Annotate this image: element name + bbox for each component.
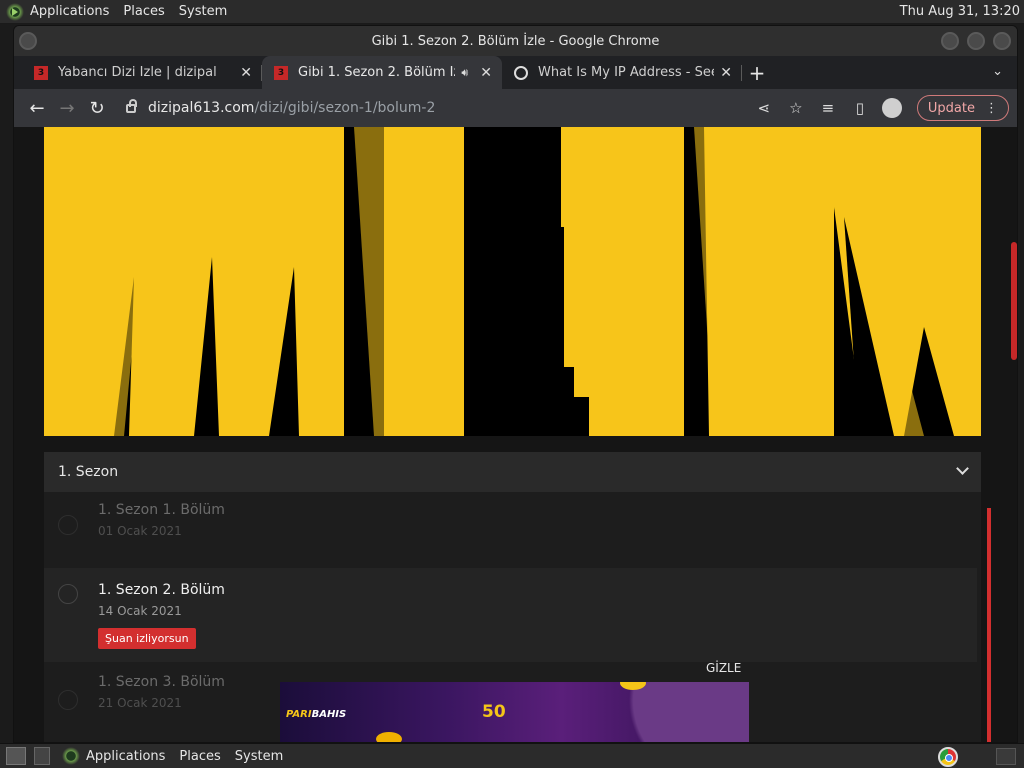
url-path: /dizi/gibi/sezon-1/bolum-2	[254, 100, 436, 116]
episode-title: 1. Sezon 1. Bölüm	[98, 502, 225, 518]
trash-icon[interactable]	[34, 747, 50, 765]
menu-system[interactable]: System	[179, 4, 227, 19]
maximize-button[interactable]	[967, 32, 985, 50]
show-poster-image	[44, 127, 981, 436]
episode-progress-bar	[987, 508, 991, 742]
episode-item-2[interactable]: 1. Sezon 2. Bölüm 14 Ocak 2021 Şuan izli…	[44, 568, 977, 662]
tab-dizipal-home[interactable]: 3 Yabancı Dizi İzle | dizipal ✕	[22, 56, 262, 89]
menu-applications[interactable]: Applications	[30, 4, 109, 19]
season-label: 1. Sezon	[58, 464, 119, 480]
page-viewport: 1. Sezon 1. Sezon 1. Bölüm 01 Ocak 2021 …	[14, 127, 1017, 742]
globe-icon	[514, 65, 528, 80]
dizipal-favicon-icon: 3	[274, 65, 288, 80]
back-button[interactable]: ←	[22, 93, 52, 123]
share-icon[interactable]: ⋖	[751, 95, 777, 121]
tab-search-chevron-icon[interactable]: ⌄	[992, 64, 1003, 79]
episode-date: 14 Ocak 2021	[98, 604, 182, 618]
ad-brand: PARIBAHIS	[286, 709, 347, 720]
close-window-button[interactable]	[993, 32, 1011, 50]
browser-toolbar: ← → ↻ dizipal613.com /dizi/gibi/sezon-1/…	[14, 89, 1017, 127]
episode-item-1[interactable]: 1. Sezon 1. Bölüm 01 Ocak 2021	[44, 502, 977, 567]
reload-button[interactable]: ↻	[82, 93, 112, 123]
tab-what-is-my-ip[interactable]: What Is My IP Address - See Yo ✕	[502, 56, 742, 89]
menu-applications[interactable]: Applications	[86, 749, 165, 764]
clock[interactable]: Thu Aug 31, 13:20	[900, 4, 1020, 19]
episode-radio[interactable]	[58, 584, 78, 604]
tab-separator	[741, 65, 742, 81]
speaker-icon[interactable]: 🔊︎	[461, 66, 468, 80]
close-tab-icon[interactable]: ✕	[240, 65, 252, 81]
forward-button[interactable]: →	[52, 93, 82, 123]
side-panel-icon[interactable]: ▯	[847, 95, 873, 121]
episode-radio[interactable]	[58, 690, 78, 710]
poster-artwork	[44, 127, 981, 436]
season-selector[interactable]: 1. Sezon	[44, 452, 981, 492]
window-titlebar[interactable]: Gibi 1. Sezon 2. Bölüm İzle - Google Chr…	[14, 26, 1017, 56]
window-menu-button[interactable]	[19, 32, 37, 50]
url-host: dizipal613.com	[148, 100, 255, 116]
address-bar[interactable]: dizipal613.com /dizi/gibi/sezon-1/bolum-…	[118, 93, 751, 123]
close-tab-icon[interactable]: ✕	[480, 65, 492, 81]
scrollbar-thumb[interactable]	[1011, 242, 1017, 360]
kebab-menu-icon[interactable]: ⋮	[985, 101, 998, 116]
episode-title: 1. Sezon 2. Bölüm	[98, 582, 225, 598]
coin-graphic	[620, 682, 646, 690]
tab-strip: 3 Yabancı Dizi İzle | dizipal ✕ 3 Gibi 1…	[14, 56, 1017, 89]
show-desktop-icon[interactable]	[6, 747, 26, 765]
top-system-panel: Applications Places System Thu Aug 31, 1…	[0, 0, 1024, 24]
page-scrollbar[interactable]	[1011, 127, 1017, 742]
minimize-button[interactable]	[941, 32, 959, 50]
ad-number: 50	[482, 702, 506, 722]
menu-system[interactable]: System	[235, 749, 283, 764]
dizipal-favicon-icon: 3	[34, 65, 48, 80]
new-tab-button[interactable]: +	[742, 56, 772, 89]
now-watching-badge: Şuan izliyorsun	[98, 628, 196, 649]
avatar-icon	[881, 98, 902, 118]
bookmark-star-icon[interactable]: ☆	[783, 95, 809, 121]
update-label: Update	[927, 100, 975, 116]
tab-label: Gibi 1. Sezon 2. Bölüm İzle	[298, 65, 456, 80]
chrome-taskbar-icon[interactable]	[938, 747, 958, 767]
hide-ad-button[interactable]: GİZLE	[706, 661, 741, 675]
tab-label: What Is My IP Address - See Yo	[538, 65, 714, 80]
browser-window: Gibi 1. Sezon 2. Bölüm İzle - Google Chr…	[13, 25, 1018, 743]
close-tab-icon[interactable]: ✕	[720, 65, 732, 81]
window-title: Gibi 1. Sezon 2. Bölüm İzle - Google Chr…	[371, 33, 660, 49]
coin-graphic	[376, 732, 402, 742]
tab-gibi-episode[interactable]: 3 Gibi 1. Sezon 2. Bölüm İzle 🔊︎ ✕	[262, 56, 502, 89]
media-playlist-icon[interactable]: ≡	[815, 95, 841, 121]
update-button[interactable]: Update ⋮	[916, 95, 1009, 121]
distro-logo-icon[interactable]	[6, 2, 24, 21]
chevron-down-icon[interactable]	[956, 462, 969, 475]
distro-logo-icon[interactable]	[62, 747, 80, 765]
episode-radio[interactable]	[58, 515, 78, 535]
episode-date: 01 Ocak 2021	[98, 524, 182, 538]
lock-icon[interactable]	[126, 98, 137, 113]
menu-places[interactable]: Places	[123, 4, 164, 19]
menu-places[interactable]: Places	[179, 749, 220, 764]
profile-button[interactable]	[879, 95, 905, 121]
advertisement-banner[interactable]: PARIBAHIS 50	[280, 682, 749, 742]
bottom-taskbar: Applications Places System	[0, 743, 1024, 768]
workspace-switcher-icon[interactable]	[996, 748, 1016, 765]
tab-label: Yabancı Dizi İzle | dizipal	[58, 65, 217, 80]
